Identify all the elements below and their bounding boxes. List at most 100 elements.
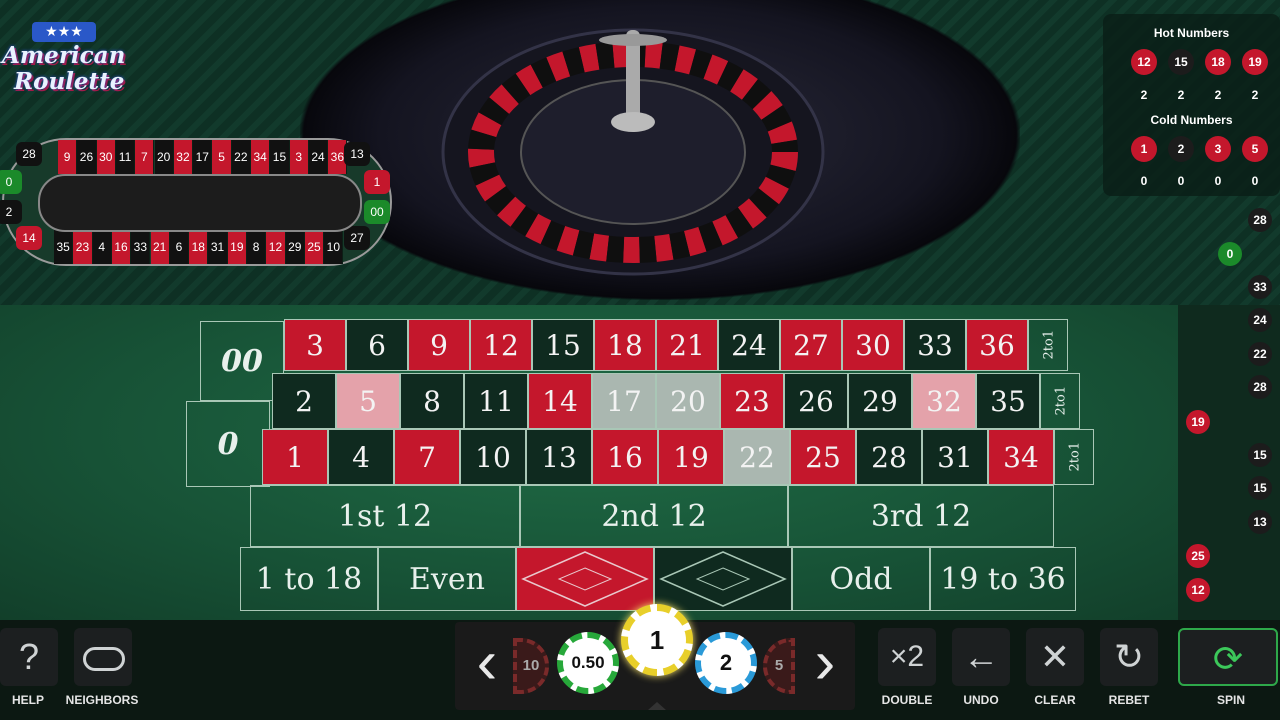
bet-column-3[interactable]: 2to1 [1054,429,1094,485]
racetrack-cell[interactable]: 15 [270,140,290,174]
bet-number-16[interactable]: 16 [592,429,658,485]
racetrack-end-cell[interactable]: 27 [344,226,370,250]
bet-number-17[interactable]: 17 [592,373,656,429]
help-button[interactable]: ? [0,628,58,686]
racetrack-end-cell[interactable]: 28 [16,142,42,166]
racetrack[interactable]: 9 26 30 11 7 20 32 17 5 22 34 15 3 24 36 35 23 4 16 33 21 6 1… [0,138,392,266]
racetrack-cell[interactable]: 5 [212,140,232,174]
bet-number-15[interactable]: 15 [532,319,594,371]
bet-number-1[interactable]: 1 [262,429,328,485]
bet-number-19[interactable]: 19 [658,429,724,485]
bet-number-4[interactable]: 4 [328,429,394,485]
bet-dozen-2[interactable]: 2nd 12 [520,485,788,547]
racetrack-cell[interactable]: 33 [131,230,151,264]
bet-column-1[interactable]: 2to1 [1028,319,1068,371]
chip-10-partial[interactable]: 10 [513,638,549,694]
bet-number-30[interactable]: 30 [842,319,904,371]
racetrack-cell[interactable]: 25 [304,230,325,264]
bet-number-2[interactable]: 2 [272,373,336,429]
racetrack-cell[interactable]: 3 [289,140,309,174]
bet-number-14[interactable]: 14 [528,373,592,429]
racetrack-cell[interactable]: 29 [285,230,305,264]
racetrack-end-cell[interactable]: 13 [344,142,370,166]
bet-number-10[interactable]: 10 [460,429,526,485]
bet-number-26[interactable]: 26 [784,373,848,429]
undo-button[interactable]: ← [952,628,1010,686]
racetrack-cell[interactable]: 19 [227,230,247,264]
bet-number-35[interactable]: 35 [976,373,1040,429]
bet-number-5[interactable]: 5 [336,373,400,429]
racetrack-cell[interactable]: 35 [54,230,74,264]
racetrack-cell[interactable]: 7 [135,140,155,174]
bet-number-22[interactable]: 22 [724,429,790,485]
bet-number-12[interactable]: 12 [470,319,532,371]
bet-number-32[interactable]: 32 [912,373,976,429]
bet-even[interactable]: Even [378,547,516,611]
racetrack-cell[interactable]: 8 [247,230,267,264]
bet-number-18[interactable]: 18 [594,319,656,371]
racetrack-cell[interactable]: 18 [189,230,209,264]
bet-dozen-1[interactable]: 1st 12 [250,485,520,547]
racetrack-end-cell[interactable]: 1 [364,170,390,194]
racetrack-cell[interactable]: 21 [150,230,170,264]
bet-number-24[interactable]: 24 [718,319,780,371]
bet-red[interactable] [516,547,654,611]
racetrack-cell[interactable]: 17 [193,140,213,174]
clear-button[interactable]: ✕ [1026,628,1084,686]
racetrack-end-cell[interactable]: 14 [16,226,42,250]
racetrack-cell[interactable]: 22 [231,140,251,174]
bet-number-31[interactable]: 31 [922,429,988,485]
racetrack-end-cell[interactable]: 0 [0,170,22,194]
racetrack-cell[interactable]: 23 [73,230,93,264]
racetrack-cell[interactable]: 30 [96,140,116,174]
racetrack-cell[interactable]: 9 [58,140,78,174]
racetrack-cell[interactable]: 11 [115,140,136,174]
rebet-button[interactable]: ↻ [1100,628,1158,686]
prev-chips-button[interactable]: ‹ [461,630,513,702]
bet-number-20[interactable]: 20 [656,373,720,429]
bet-number-9[interactable]: 9 [408,319,470,371]
bet-number-8[interactable]: 8 [400,373,464,429]
bet-number-11[interactable]: 11 [464,373,528,429]
neighbors-button[interactable] [74,628,132,686]
racetrack-end-cell[interactable]: 00 [364,200,390,224]
racetrack-cell[interactable]: 31 [208,230,228,264]
chip-0-50[interactable]: 0.50 [557,632,619,694]
bet-high[interactable]: 19 to 36 [930,547,1076,611]
racetrack-cell[interactable]: 20 [154,140,174,174]
bet-odd[interactable]: Odd [792,547,930,611]
racetrack-cell[interactable]: 10 [324,230,344,264]
racetrack-cell[interactable]: 34 [251,140,271,174]
next-chips-button[interactable]: › [799,630,851,702]
bet-number-25[interactable]: 25 [790,429,856,485]
chip-2[interactable]: 2 [695,632,757,694]
racetrack-cell[interactable]: 26 [77,140,97,174]
bet-number-33[interactable]: 33 [904,319,966,371]
double-button[interactable]: ×2 [878,628,936,686]
chip-5-partial[interactable]: 5 [763,638,795,694]
bet-low[interactable]: 1 to 18 [240,547,378,611]
bet-dozen-3[interactable]: 3rd 12 [788,485,1054,547]
bet-number-28[interactable]: 28 [856,429,922,485]
racetrack-cell[interactable]: 12 [266,230,286,264]
bet-number-36[interactable]: 36 [966,319,1028,371]
bet-number-23[interactable]: 23 [720,373,784,429]
chip-1-selected[interactable]: 1 [621,604,693,676]
bet-number-3[interactable]: 3 [284,319,346,371]
bet-black[interactable] [654,547,792,611]
racetrack-cell[interactable]: 24 [308,140,329,174]
spin-button[interactable]: ⟳ [1178,628,1278,686]
racetrack-end-cell[interactable]: 2 [0,200,22,224]
bet-zero[interactable]: 0 [186,401,270,487]
bet-number-29[interactable]: 29 [848,373,912,429]
bet-column-2[interactable]: 2to1 [1040,373,1080,429]
racetrack-cell[interactable]: 6 [169,230,190,264]
bet-number-27[interactable]: 27 [780,319,842,371]
racetrack-cell[interactable]: 16 [111,230,132,264]
bet-number-6[interactable]: 6 [346,319,408,371]
bet-number-7[interactable]: 7 [394,429,460,485]
bet-number-21[interactable]: 21 [656,319,718,371]
bet-number-34[interactable]: 34 [988,429,1054,485]
bet-number-13[interactable]: 13 [526,429,592,485]
racetrack-cell[interactable]: 32 [173,140,194,174]
